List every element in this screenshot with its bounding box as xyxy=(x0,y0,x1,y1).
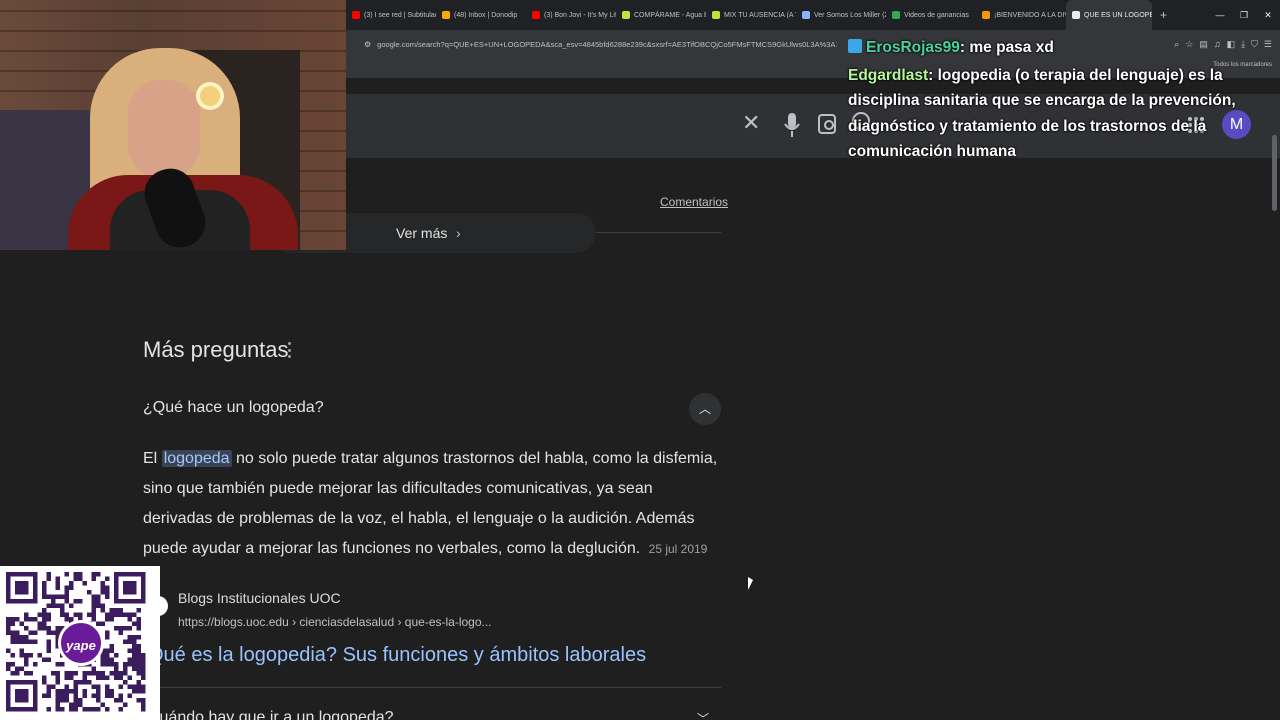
browser-tab[interactable]: Ver Somos Los Miller (2... xyxy=(796,0,886,30)
tab-label: MIX TU AUSENCIA (A TI) xyxy=(724,11,796,19)
chat-message: ErosRojas99: me pasa xd xyxy=(848,35,1258,61)
chart-icon xyxy=(892,11,900,19)
google-icon xyxy=(1072,11,1080,19)
more-questions-heading: Más preguntas xyxy=(143,337,289,362)
screen: (3) I see red | Subtitulado (48) Inbox | … xyxy=(0,0,1280,720)
window-controls: — ❐ ✕ xyxy=(1208,0,1280,30)
clear-search-icon[interactable]: ✕ xyxy=(742,110,760,136)
browser-tab[interactable]: (3) Bon Jovi - It's My Life xyxy=(526,0,616,30)
browser-tab[interactable]: ¡BIENVENIDO A LA DIVE... xyxy=(976,0,1066,30)
tab-label: (3) Bon Jovi - It's My Life xyxy=(544,11,616,19)
browser-tab[interactable]: COMPÁRAME - Agua Bendita xyxy=(616,0,706,30)
tab-label: (48) Inbox | Donodip xyxy=(454,11,518,19)
site-info-icon[interactable]: ⚙ xyxy=(364,40,371,49)
browser-tab[interactable]: (3) I see red | Subtitulado xyxy=(346,0,436,30)
source-name[interactable]: Blogs Institucionales UOC xyxy=(178,590,341,606)
browser-tab[interactable]: Videos de ganancias xyxy=(886,0,976,30)
url-field[interactable]: google.com/search?q=QUE+ES+UN+LOGOPEDA&s… xyxy=(377,40,837,49)
tab-label: QUE ES UN LOGOPEDA xyxy=(1084,11,1152,19)
tab-bar: (3) I see red | Subtitulado (48) Inbox | … xyxy=(346,0,1280,30)
yape-logo: yape xyxy=(58,620,104,666)
divider xyxy=(143,687,721,688)
music-icon xyxy=(622,11,630,19)
browser-tab[interactable]: QUE ES UN LOGOPEDA✕ xyxy=(1066,0,1152,30)
chat-text: : me pasa xd xyxy=(959,39,1054,56)
question-2[interactable]: Cuándo hay que ir a un logopeda? xyxy=(148,709,394,720)
tab-label: Ver Somos Los Miller (2... xyxy=(814,11,886,19)
tab-label: ¡BIENVENIDO A LA DIVE... xyxy=(994,11,1066,19)
answer-text: El logopeda no solo puede tratar algunos… xyxy=(143,444,723,564)
question-1[interactable]: ¿Qué hace un logopeda? xyxy=(143,399,324,417)
see-more-label: Ver más xyxy=(396,225,448,241)
more-options-icon[interactable] xyxy=(288,342,292,358)
chat-username: ErosRojas99 xyxy=(866,39,960,56)
chat-username: Edgardlast xyxy=(848,66,929,84)
tab-label: (3) I see red | Subtitulado xyxy=(364,11,436,19)
microphone-icon[interactable] xyxy=(784,112,800,138)
maximize-icon[interactable]: ❐ xyxy=(1232,0,1256,30)
menu-icon[interactable]: ☰ xyxy=(1264,39,1272,50)
tab-label: Videos de ganancias xyxy=(904,11,969,19)
chevron-up-icon[interactable]: ︿ xyxy=(689,393,721,425)
minimize-icon[interactable]: — xyxy=(1208,0,1232,30)
tab-label: COMPÁRAME - Agua Bendita xyxy=(634,11,706,19)
info-icon xyxy=(982,11,990,19)
answer-prefix: El xyxy=(143,450,158,467)
scrollbar[interactable] xyxy=(1272,135,1277,211)
badge-icon xyxy=(848,39,862,53)
webcam-feed xyxy=(0,0,346,250)
chevron-right-icon: › xyxy=(456,225,461,241)
music-icon xyxy=(712,11,720,19)
browser-tab[interactable]: MIX TU AUSENCIA (A TI) xyxy=(706,0,796,30)
play-icon xyxy=(802,11,810,19)
answer-highlight: logopeda xyxy=(161,450,232,467)
browser-tab[interactable]: (48) Inbox | Donodip xyxy=(436,0,526,30)
chat-message: Edgardlast: logopedia (o terapia del len… xyxy=(848,63,1258,165)
chevron-down-icon[interactable]: ﹀ xyxy=(697,710,709,720)
lens-icon[interactable] xyxy=(818,114,836,134)
close-icon[interactable]: ✕ xyxy=(1256,0,1280,30)
source-url[interactable]: https://blogs.uoc.edu › cienciasdelasalu… xyxy=(178,615,492,629)
comments-link[interactable]: Comentarios xyxy=(660,195,728,209)
mail-icon xyxy=(442,11,450,19)
answer-date: 25 jul 2019 xyxy=(648,542,708,556)
mouse-cursor xyxy=(748,577,753,590)
youtube-icon xyxy=(532,11,540,19)
new-tab-button[interactable]: + xyxy=(1152,8,1175,22)
stream-chat: ErosRojas99: me pasa xd Edgardlast: logo… xyxy=(848,35,1258,167)
divider xyxy=(596,232,721,233)
source-title-link[interactable]: Qué es la logopedia? Sus funciones y ámb… xyxy=(148,644,646,667)
youtube-icon xyxy=(352,11,360,19)
